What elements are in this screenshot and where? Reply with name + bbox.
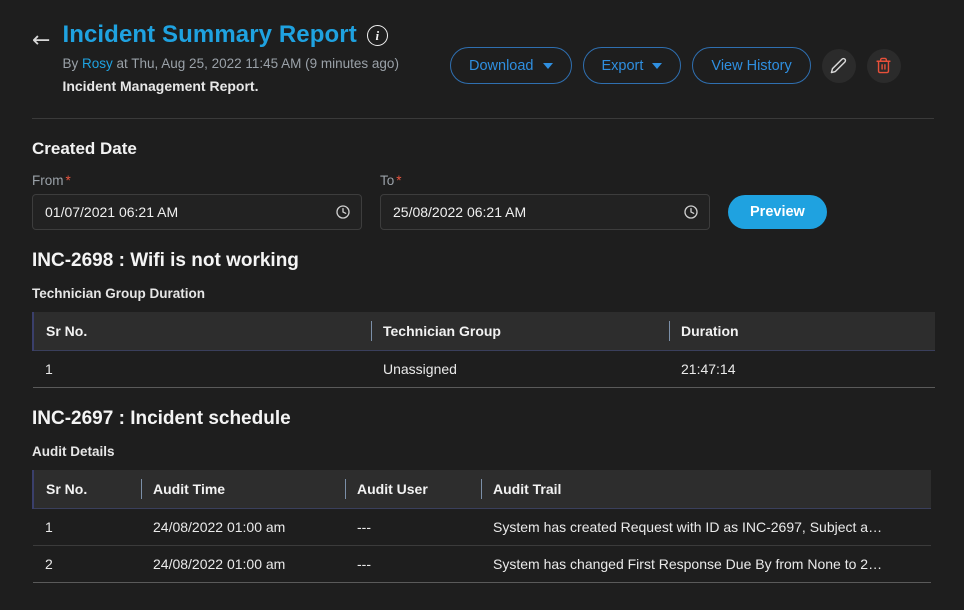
from-label-text: From [32, 173, 64, 188]
header-divider [32, 118, 934, 119]
table-row: 1 Unassigned 21:47:14 [33, 350, 935, 388]
download-label: Download [469, 57, 534, 74]
table-caption: Audit Details [32, 444, 115, 459]
from-field: From * [32, 173, 362, 230]
report-section: INC-2697 : Incident schedule Audit Detai… [32, 408, 934, 583]
cell-audit-time: 24/08/2022 01:00 am [141, 508, 345, 546]
column-header-technician-group[interactable]: Technician Group [371, 312, 669, 351]
required-mark: * [65, 173, 71, 188]
incident-title: INC-2698 : Wifi is not working [32, 250, 299, 271]
cell-audit-user: --- [345, 508, 481, 546]
view-history-label: View History [711, 57, 792, 74]
cell-duration: 21:47:14 [669, 350, 935, 388]
column-header-sr-no[interactable]: Sr No. [32, 312, 371, 351]
table-row: 1 24/08/2022 01:00 am --- System has cre… [33, 508, 931, 546]
byline-user[interactable]: Rosy [82, 56, 113, 71]
delete-button[interactable] [866, 48, 901, 83]
table-header-row: Sr No. Technician Group Duration [32, 312, 935, 351]
export-label: Export [601, 57, 644, 74]
edit-button[interactable] [821, 48, 856, 83]
cell-audit-user: --- [345, 545, 481, 583]
clock-icon[interactable] [335, 204, 351, 220]
created-date-label: Created Date [32, 139, 137, 158]
byline-rest: at Thu, Aug 25, 2022 11:45 AM (9 minutes… [116, 56, 399, 72]
chevron-down-icon [652, 62, 663, 69]
to-field: To * [380, 173, 710, 230]
cell-sr-no: 2 [33, 545, 141, 583]
clock-icon[interactable] [683, 204, 699, 220]
column-header-sr-no[interactable]: Sr No. [32, 470, 141, 509]
cell-audit-trail: System has changed First Response Due By… [481, 545, 931, 583]
from-date-input[interactable] [33, 204, 361, 220]
column-header-duration[interactable]: Duration [669, 312, 935, 351]
view-history-button[interactable]: View History [692, 47, 811, 84]
report-page: ← Incident Summary Report i By Rosy at T… [0, 0, 964, 610]
arrow-left-icon[interactable]: ← [32, 30, 50, 52]
cell-technician-group: Unassigned [371, 350, 669, 388]
from-label: From * [32, 173, 362, 188]
byline-prefix: By [62, 56, 79, 72]
date-filters: From* To* [32, 173, 934, 230]
report-section: INC-2698 : Wifi is not working Technicia… [32, 250, 935, 388]
table-caption: Technician Group Duration [32, 286, 206, 301]
pencil-icon [830, 57, 847, 74]
preview-button[interactable]: Preview [728, 195, 827, 229]
page-title: Incident Summary Report [62, 21, 357, 48]
column-header-audit-trail[interactable]: Audit Trail [481, 470, 931, 509]
cell-sr-no: 1 [33, 350, 371, 388]
download-button[interactable]: Download [450, 47, 572, 84]
column-header-audit-user[interactable]: Audit User [345, 470, 481, 509]
byline: By Rosy at Thu, Aug 25, 2022 11:45 AM (9… [62, 55, 399, 73]
incident-title: INC-2697 : Incident schedule [32, 408, 291, 429]
cell-audit-trail: System has created Request with ID as IN… [481, 508, 931, 546]
to-date-input[interactable] [381, 204, 709, 220]
to-label-text: To [380, 173, 395, 188]
audit-details-table: Sr No. Audit Time Audit User Audit Trail… [32, 470, 931, 583]
header-actions: Download Export View History [450, 47, 901, 84]
chevron-down-icon [542, 62, 553, 69]
to-label: To * [380, 173, 710, 188]
required-mark: * [396, 173, 402, 188]
export-button[interactable]: Export [582, 47, 682, 84]
info-icon[interactable]: i [366, 24, 388, 46]
report-subtitle: Incident Management Report. [62, 77, 259, 94]
title-block: Incident Summary Report i By Rosy at Thu… [62, 21, 399, 96]
table-row: 2 24/08/2022 01:00 am --- System has cha… [33, 545, 931, 583]
to-input-wrap[interactable] [380, 194, 710, 230]
trash-icon [876, 57, 891, 74]
report-content: Created Date From* To* [0, 139, 964, 583]
cell-audit-time: 24/08/2022 01:00 am [141, 545, 345, 583]
from-input-wrap[interactable] [32, 194, 362, 230]
column-header-audit-time[interactable]: Audit Time [141, 470, 345, 509]
table-header-row: Sr No. Audit Time Audit User Audit Trail [32, 470, 931, 509]
page-header: ← Incident Summary Report i By Rosy at T… [0, 0, 964, 118]
cell-sr-no: 1 [33, 508, 141, 546]
technician-group-duration-table: Sr No. Technician Group Duration 1 Unass… [32, 312, 935, 388]
